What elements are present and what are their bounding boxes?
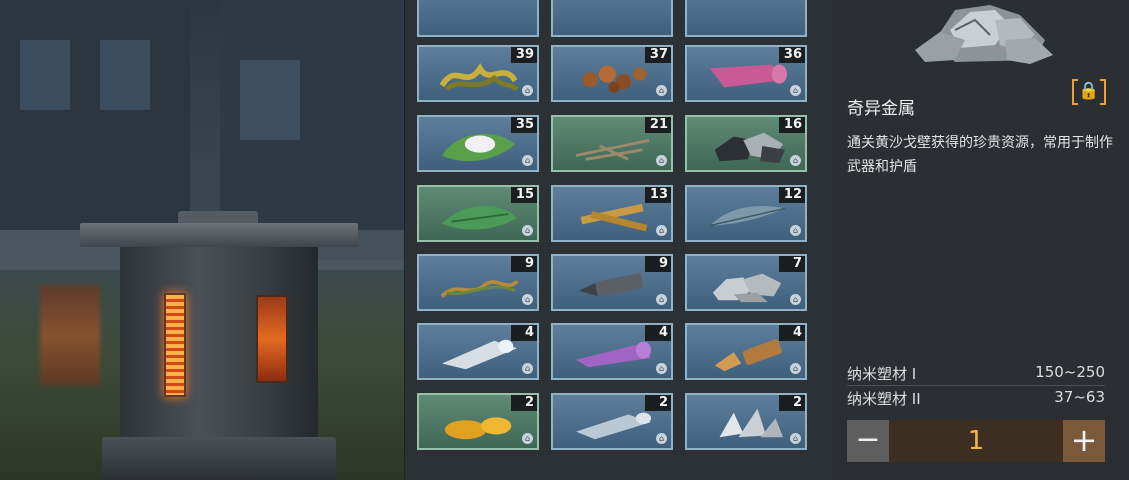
item-partial-1	[437, 0, 523, 30]
inventory-slot[interactable]: 37 ⌂	[551, 45, 673, 102]
lock-status-icon: ⌂	[790, 85, 801, 96]
item-description: 通关黄沙戈壁获得的珍贵资源，常用于制作武器和护盾	[847, 135, 1113, 175]
inventory-slot[interactable]: 4 ⌂	[417, 323, 539, 380]
yield-label: 纳米塑材 I	[847, 365, 917, 383]
yield-value: 150~250	[1035, 363, 1105, 381]
item-count-badge: 4	[645, 325, 671, 341]
tower-light-panel	[256, 295, 288, 383]
strange-metal-icon	[915, 5, 1053, 64]
lock-status-icon: ⌂	[656, 225, 667, 236]
item-count-badge: 15	[511, 187, 537, 203]
quantity-stepper: − 1 +	[847, 420, 1105, 462]
tower-base	[102, 437, 336, 480]
lock-status-icon: ⌂	[656, 363, 667, 374]
yield-value: 37~63	[1054, 388, 1105, 406]
lock-status-icon: ⌂	[522, 363, 533, 374]
lock-status-icon: ⌂	[522, 85, 533, 96]
lock-status-icon: ⌂	[790, 294, 801, 305]
inventory-slot[interactable]: 36 ⌂	[685, 45, 807, 102]
inventory-slot[interactable]: 9 ⌂	[551, 254, 673, 311]
item-count-badge: 4	[511, 325, 537, 341]
inventory-slot[interactable]: 12 ⌂	[685, 185, 807, 242]
item-count-badge: 9	[511, 256, 537, 272]
inventory-slot[interactable]: 2 ⌂	[551, 393, 673, 450]
item-count-badge: 2	[779, 395, 805, 411]
lock-status-icon: ⌂	[656, 294, 667, 305]
lock-status-icon: ⌂	[656, 155, 667, 166]
lock-status-icon: ⌂	[656, 433, 667, 444]
item-detail-panel: 奇异金属 🔒 通关黄沙戈壁获得的珍贵资源，常用于制作武器和护盾 纳米塑材 I 1…	[831, 0, 1129, 480]
quantity-value[interactable]: 1	[889, 420, 1063, 462]
inventory-slot[interactable]: 4 ⌂	[685, 323, 807, 380]
item-count-badge: 4	[779, 325, 805, 341]
inventory-panel[interactable]: 39 ⌂ 37 ⌂ 36 ⌂ 35 ⌂ 21 ⌂ 16 ⌂ 15 ⌂ 13 ⌂ 12 ⌂ 9 ⌂ 9 ⌂ 7 ⌂ 4 ⌂ 4 ⌂ 4 ⌂ 2…	[404, 0, 832, 480]
inventory-slot[interactable]: 2 ⌂	[417, 393, 539, 450]
inventory-slot[interactable]	[685, 0, 807, 37]
item-count-badge: 9	[645, 256, 671, 272]
item-count-badge: 7	[779, 256, 805, 272]
lock-status-icon: ⌂	[790, 155, 801, 166]
inventory-slot[interactable]: 35 ⌂	[417, 115, 539, 172]
inventory-slot[interactable]: 13 ⌂	[551, 185, 673, 242]
lock-status-icon: ⌂	[656, 85, 667, 96]
lock-status-icon: ⌂	[522, 294, 533, 305]
background-scene	[0, 0, 404, 480]
tower-light	[164, 293, 186, 397]
lock-status-icon: ⌂	[790, 433, 801, 444]
item-partial-2	[571, 0, 657, 30]
yield-label: 纳米塑材 II	[847, 390, 921, 408]
inventory-slot[interactable]	[417, 0, 539, 37]
inventory-slot[interactable]: 7 ⌂	[685, 254, 807, 311]
item-name: 奇异金属	[847, 99, 915, 119]
yield-row: 纳米塑材 II 37~63	[847, 388, 1105, 410]
inventory-slot[interactable]	[551, 0, 673, 37]
inventory-slot[interactable]: 15 ⌂	[417, 185, 539, 242]
decrease-quantity-button[interactable]: −	[847, 420, 889, 462]
inventory-slot[interactable]: 4 ⌂	[551, 323, 673, 380]
item-count-badge: 35	[511, 117, 537, 133]
inventory-slot[interactable]: 39 ⌂	[417, 45, 539, 102]
yield-row: 纳米塑材 I 150~250	[847, 363, 1105, 386]
lock-status-icon: ⌂	[790, 363, 801, 374]
reactor-tower	[80, 205, 360, 480]
item-count-badge: 2	[511, 395, 537, 411]
item-count-badge: 36	[779, 47, 805, 63]
item-count-badge: 13	[645, 187, 671, 203]
building-window	[100, 40, 150, 110]
item-count-badge: 12	[779, 187, 805, 203]
padlock-icon[interactable]: 🔒	[1072, 79, 1106, 105]
tower-top	[80, 223, 358, 247]
lock-status-icon: ⌂	[522, 225, 533, 236]
increase-quantity-button[interactable]: +	[1063, 420, 1105, 462]
item-count-badge: 2	[645, 395, 671, 411]
inventory-slot[interactable]: 21 ⌂	[551, 115, 673, 172]
lock-status-icon: ⌂	[522, 433, 533, 444]
item-count-badge: 21	[645, 117, 671, 133]
item-count-badge: 16	[779, 117, 805, 133]
inventory-slot[interactable]: 2 ⌂	[685, 393, 807, 450]
inventory-slot[interactable]: 16 ⌂	[685, 115, 807, 172]
building	[0, 0, 190, 230]
item-count-badge: 39	[511, 47, 537, 63]
building-window	[240, 60, 300, 140]
lock-status-icon: ⌂	[522, 155, 533, 166]
inventory-slot[interactable]: 9 ⌂	[417, 254, 539, 311]
item-partial-3	[705, 0, 791, 30]
item-count-badge: 37	[645, 47, 671, 63]
tower-body	[120, 247, 318, 447]
lock-status-icon: ⌂	[790, 225, 801, 236]
building-window	[20, 40, 70, 110]
